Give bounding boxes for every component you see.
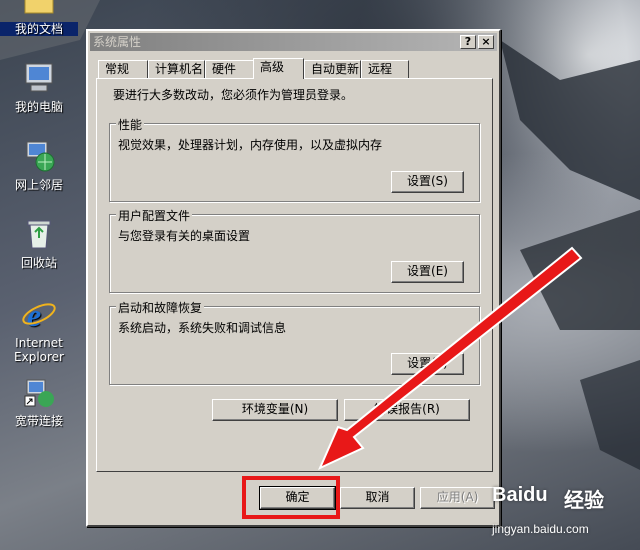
profiles-settings-button[interactable]: 设置(E) xyxy=(391,261,464,283)
internet-explorer-icon: e xyxy=(21,296,57,333)
startup-recovery-group: 启动和故障恢复 系统启动，系统失败和调试信息 设置(T) xyxy=(109,299,480,385)
desktop-icon-network[interactable]: 网上邻居 xyxy=(0,138,78,192)
group-title: 性能 xyxy=(116,116,145,133)
startup-settings-button[interactable]: 设置(T) xyxy=(391,353,464,375)
title-bar[interactable]: 系统属性 ? × xyxy=(90,33,497,51)
window-title: 系统属性 xyxy=(93,35,142,49)
watermark-logo: Baidu xyxy=(492,484,548,506)
desktop-icon-label: 我的文档 xyxy=(0,22,78,36)
user-profiles-group: 用户配置文件 与您登录有关的桌面设置 设置(E) xyxy=(109,207,480,293)
group-description: 与您登录有关的桌面设置 xyxy=(118,229,251,243)
desktop-icon-broadband[interactable]: 宽带连接 xyxy=(0,374,78,428)
baidu-jingyan-watermark: Baidu 经验 jingyan.baidu.com xyxy=(492,478,640,550)
folder-icon xyxy=(21,0,57,18)
tab-automatic-updates[interactable]: 自动更新 xyxy=(304,60,361,78)
desktop-icon-my-documents[interactable]: 我的文档 xyxy=(0,0,78,36)
tab-computer-name[interactable]: 计算机名 xyxy=(148,60,205,78)
desktop-icon-label: Internet Explorer xyxy=(14,336,64,364)
apply-button[interactable]: 应用(A) xyxy=(420,487,495,509)
watermark-url: jingyan.baidu.com xyxy=(492,522,589,536)
environment-variables-button[interactable]: 环境变量(N) xyxy=(212,399,338,421)
network-icon xyxy=(21,138,57,174)
group-description: 系统启动，系统失败和调试信息 xyxy=(118,321,287,335)
desktop-icon-label: 回收站 xyxy=(20,256,57,270)
close-button[interactable]: × xyxy=(478,35,494,49)
tab-advanced[interactable]: 高级 xyxy=(253,58,304,79)
advanced-tab-page: 要进行大多数改动，您必须作为管理员登录。 性能 视觉效果，处理器计划，内存使用，… xyxy=(96,78,493,472)
desktop-icon-label: 网上邻居 xyxy=(14,178,63,192)
desktop-icon-my-computer[interactable]: 我的电脑 xyxy=(0,60,78,114)
desktop-icon-recycle-bin[interactable]: 回收站 xyxy=(0,216,78,270)
broadband-connection-icon xyxy=(21,374,57,410)
error-reporting-button[interactable]: 错误报告(R) xyxy=(344,399,470,421)
performance-settings-button[interactable]: 设置(S) xyxy=(391,171,464,193)
desktop-icon-internet-explorer[interactable]: e Internet Explorer xyxy=(0,296,78,364)
group-title: 用户配置文件 xyxy=(116,207,193,224)
group-description: 视觉效果，处理器计划，内存使用，以及虚拟内存 xyxy=(118,138,383,152)
svg-text:e: e xyxy=(27,297,41,332)
system-properties-dialog: 系统属性 ? × 常规 计算机名 硬件 高级 自动更新 远程 要进行大多数改动，… xyxy=(86,29,501,527)
ok-button-highlight xyxy=(242,476,340,519)
help-button[interactable]: ? xyxy=(460,35,476,49)
recycle-bin-icon xyxy=(21,216,57,252)
admin-note: 要进行大多数改动，您必须作为管理员登录。 xyxy=(113,88,354,102)
cancel-button[interactable]: 取消 xyxy=(340,487,415,509)
watermark-title: 经验 xyxy=(564,488,604,512)
performance-group: 性能 视觉效果，处理器计划，内存使用，以及虚拟内存 设置(S) xyxy=(109,116,480,202)
desktop-icon-label: 我的电脑 xyxy=(14,100,63,114)
tab-remote[interactable]: 远程 xyxy=(361,60,409,78)
computer-icon xyxy=(21,60,57,96)
desktop-icon-label: 宽带连接 xyxy=(14,414,63,428)
group-title: 启动和故障恢复 xyxy=(116,299,205,316)
tab-hardware[interactable]: 硬件 xyxy=(205,60,255,78)
tab-general[interactable]: 常规 xyxy=(98,60,148,78)
